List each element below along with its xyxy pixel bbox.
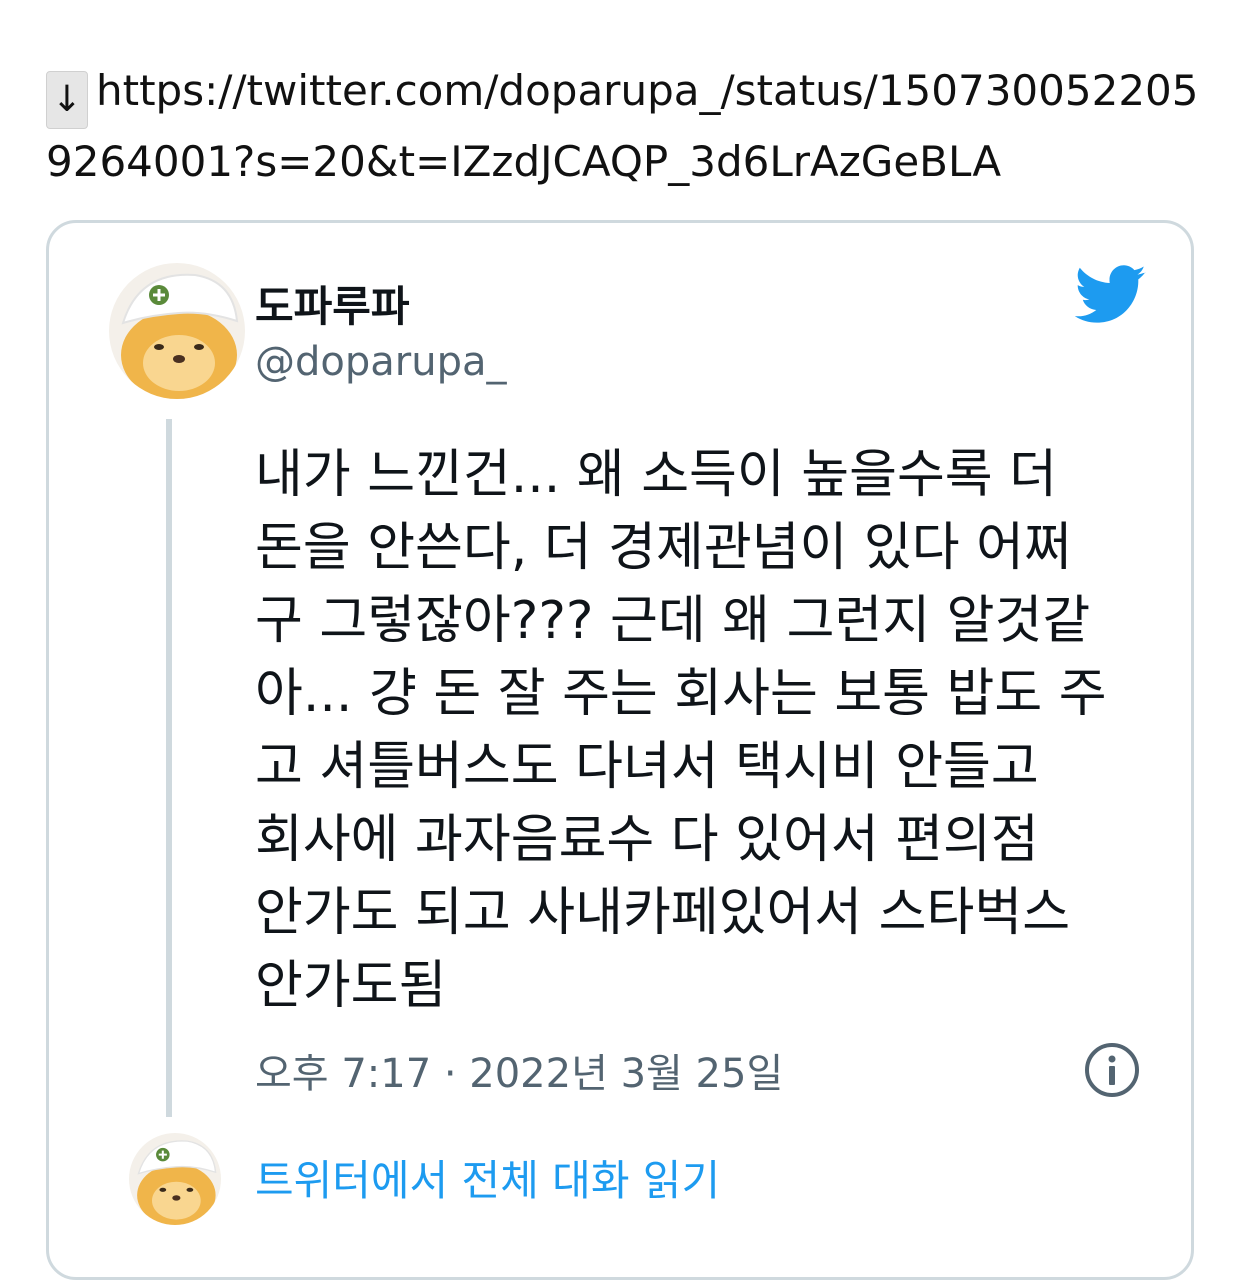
tweet-link[interactable]: ↓ https://twitter.com/doparupa_/status/15…: [46, 58, 1206, 195]
display-name[interactable]: 도파루파: [255, 273, 410, 334]
avatar[interactable]: [109, 263, 245, 399]
thread-connector-line: [166, 419, 172, 1117]
avatar: [129, 1133, 221, 1225]
user-handle[interactable]: @doparupa_: [255, 339, 506, 385]
tweet-embed-card[interactable]: 도파루파 @doparupa_ 내가 느낀건... 왜 소득이 높을수록 더 돈…: [46, 220, 1194, 1280]
read-full-conversation-link[interactable]: 트위터에서 전체 대화 읽기: [255, 1147, 720, 1208]
down-arrow-icon: ↓: [46, 71, 88, 129]
info-icon[interactable]: [1083, 1041, 1141, 1099]
tweet-text: 내가 느낀건... 왜 소득이 높을수록 더 돈을 안쓴다, 더 경제관념이 있…: [255, 445, 1107, 1016]
tweet-url[interactable]: https://twitter.com/doparupa_/status/150…: [46, 66, 1198, 186]
tweet-timestamp[interactable]: 오후 7:17 · 2022년 3월 25일: [255, 1041, 783, 1099]
twitter-bird-icon[interactable]: [1074, 265, 1147, 325]
